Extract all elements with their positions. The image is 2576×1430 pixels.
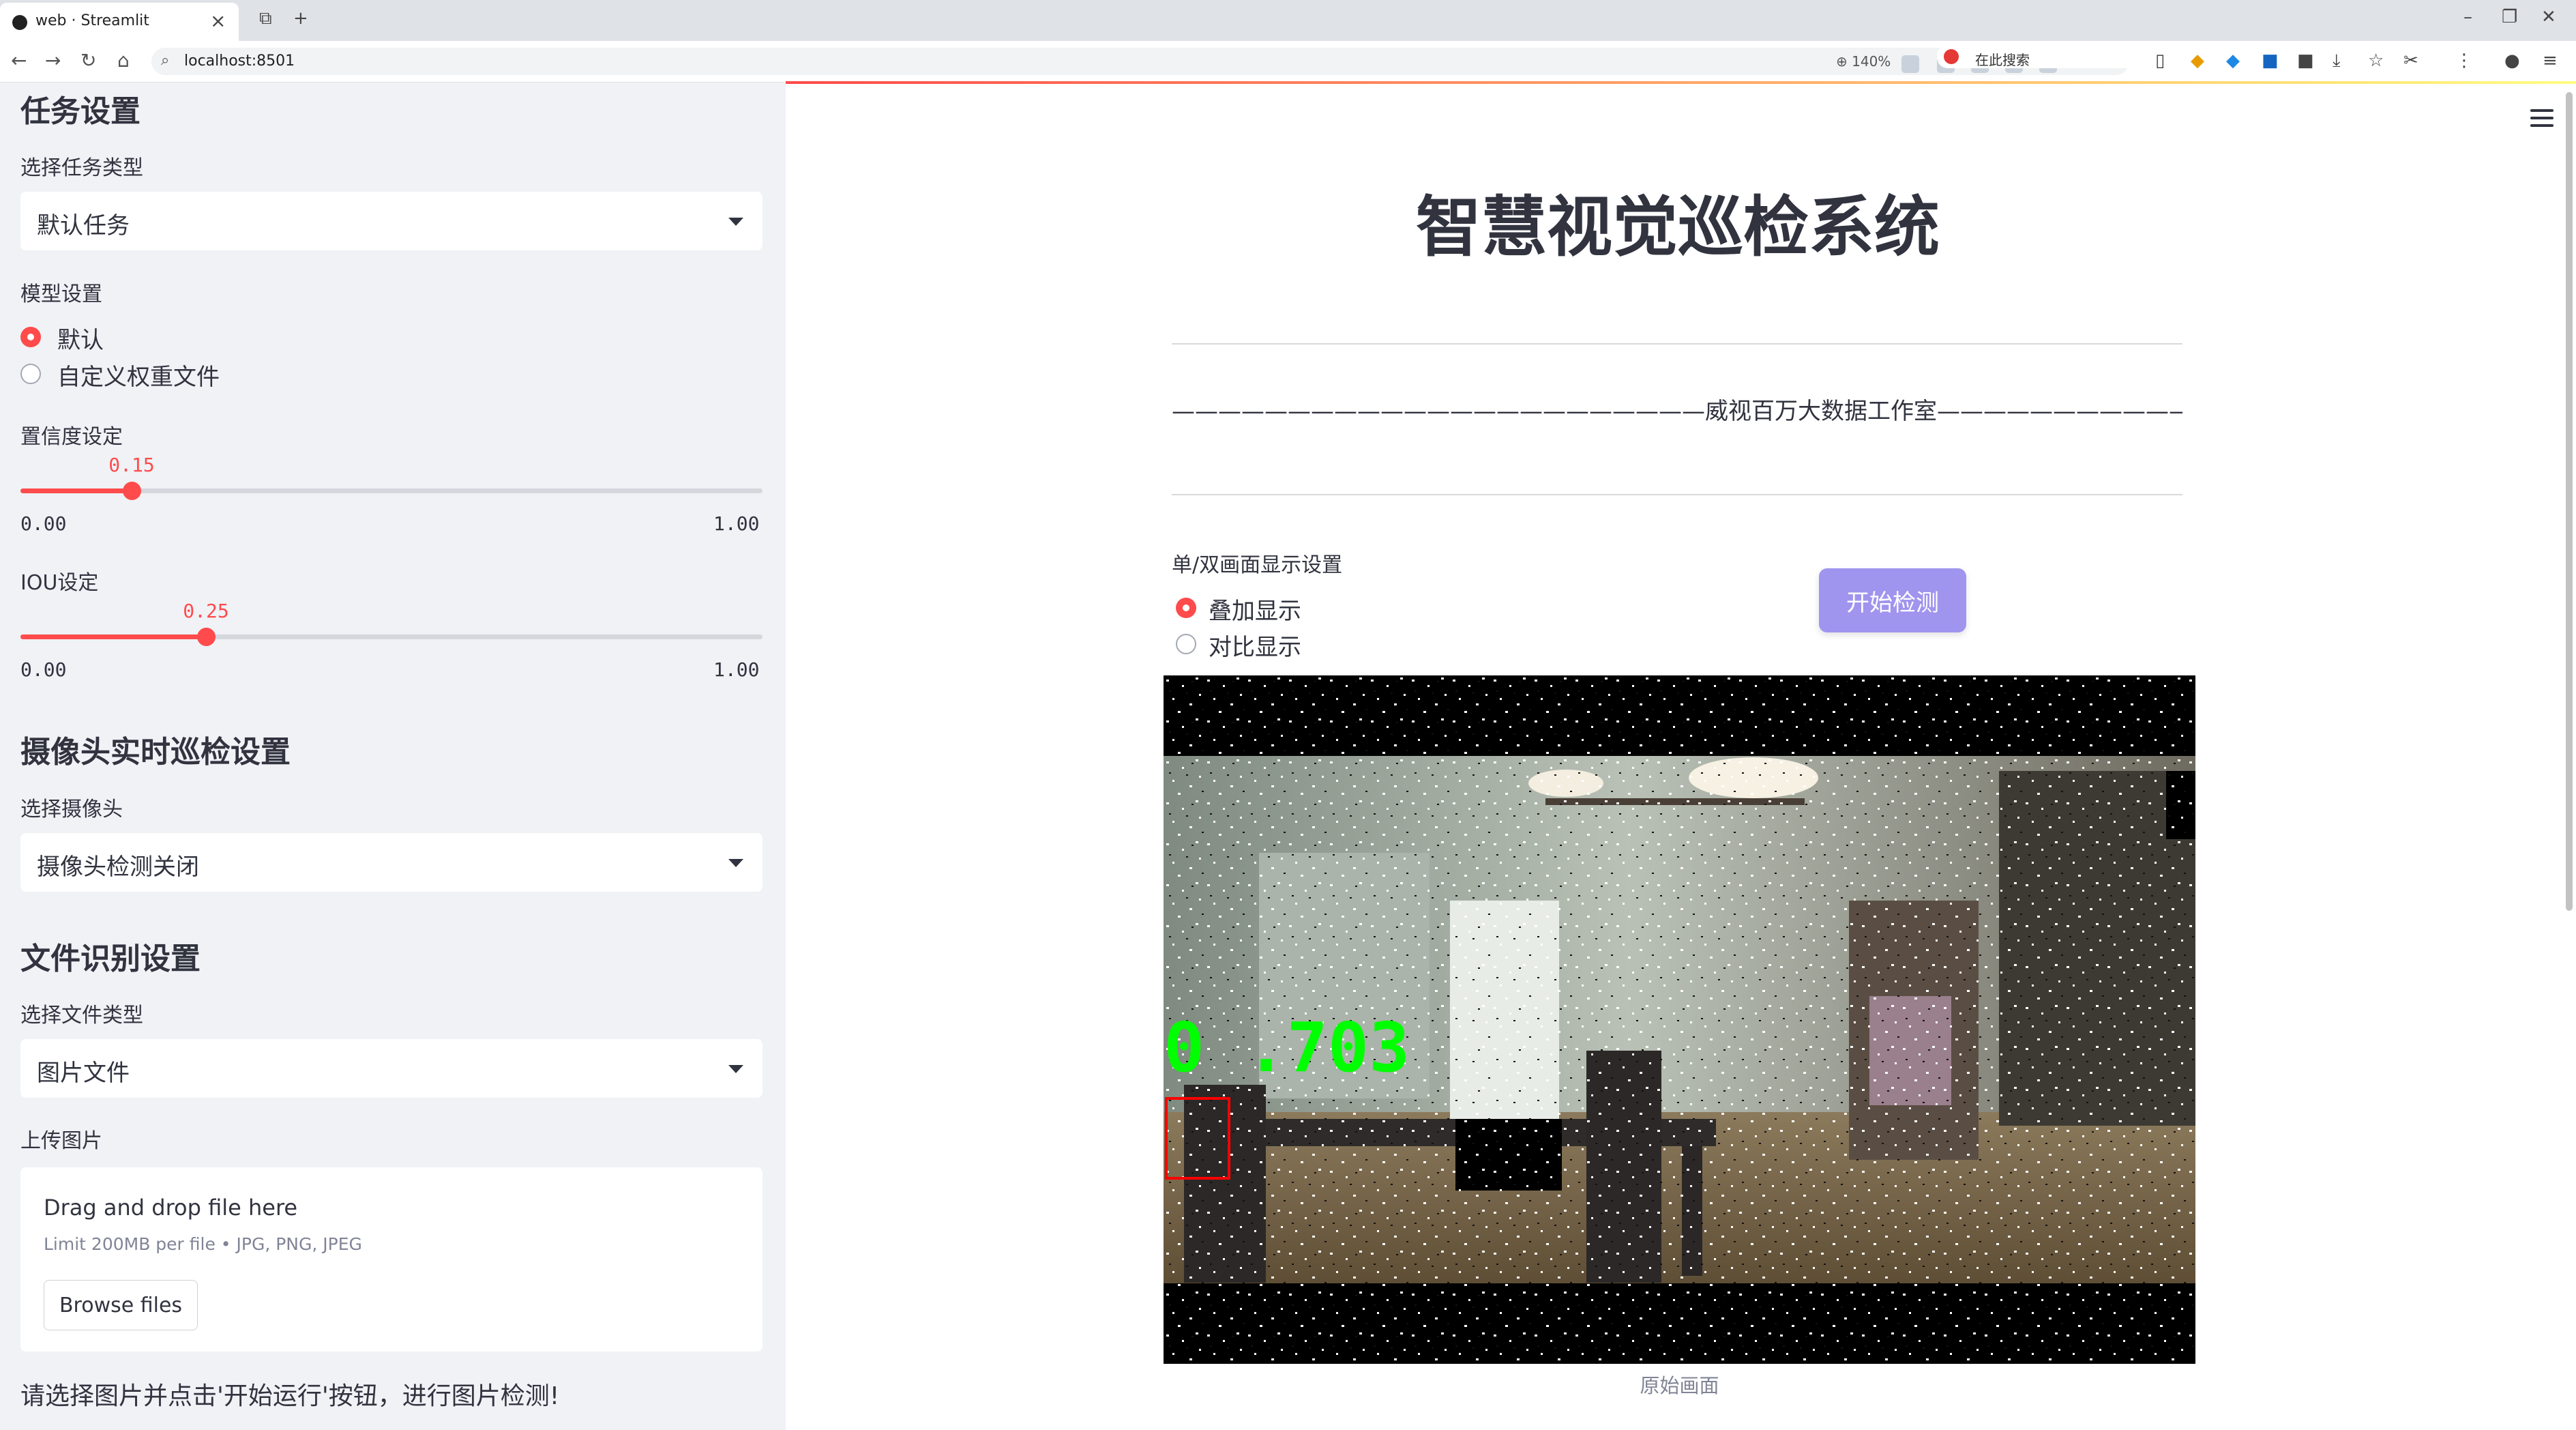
streamlit-favicon-icon: [12, 15, 27, 30]
hamburger-menu-icon[interactable]: [2530, 109, 2553, 127]
studio-banner: ———————————————————————威视百万大数据工作室———————…: [1172, 398, 2182, 425]
iou-min: 0.00: [20, 658, 67, 681]
new-tab-icon[interactable]: +: [293, 8, 308, 29]
file-type-select[interactable]: 图片文件: [20, 1039, 763, 1098]
confidence-value: 0.15: [108, 454, 155, 476]
radio-model-default[interactable]: [20, 327, 41, 347]
detection-label: 0 .703: [1164, 1008, 1410, 1088]
iou-slider-fill: [20, 634, 206, 639]
url-text: localhost:8501: [184, 53, 295, 70]
radio-model-default-label[interactable]: 默认: [57, 321, 104, 355]
chevron-down-icon: [728, 859, 743, 867]
detection-image: 0 .703: [1164, 675, 2195, 1364]
back-icon[interactable]: ←: [11, 49, 27, 72]
display-mode-label: 单/双画面显示设置: [1172, 553, 1343, 577]
minimize-icon[interactable]: –: [2463, 7, 2472, 27]
task-section-title: 任务设置: [20, 94, 140, 129]
tab-group-icon[interactable]: ⧉: [259, 8, 272, 29]
search-engine-icon: [1944, 49, 1959, 64]
iou-value: 0.25: [183, 600, 229, 622]
file-type-value: 图片文件: [37, 1060, 130, 1087]
radio-compare-label[interactable]: 对比显示: [1209, 628, 1301, 662]
divider-top: [1172, 343, 2182, 345]
zoom-level[interactable]: ⊕ 140%: [1836, 53, 1891, 70]
task-type-value: 默认任务: [37, 212, 130, 239]
forward-icon[interactable]: →: [45, 49, 61, 72]
close-window-icon[interactable]: ✕: [2541, 7, 2556, 27]
radio-model-custom-label[interactable]: 自定义权重文件: [57, 358, 220, 392]
file-type-label: 选择文件类型: [20, 1004, 143, 1027]
extension-icon[interactable]: ■: [2297, 50, 2314, 71]
home-icon[interactable]: ⌂: [117, 49, 130, 72]
browser-tab-bar: web · Streamlit × ⧉ + – ❐ ✕: [0, 0, 2576, 41]
divider-bottom: [1172, 494, 2182, 495]
page-title: 智慧视觉巡检系统: [1416, 189, 1940, 265]
chevron-down-icon: [728, 218, 743, 226]
menu-dots-icon[interactable]: ⋮: [2455, 50, 2473, 71]
iou-max: 1.00: [713, 658, 760, 681]
confidence-slider[interactable]: [20, 482, 763, 500]
confidence-label: 置信度设定: [20, 425, 123, 449]
address-bar[interactable]: ⌕ localhost:8501 ⊕ 140%: [151, 48, 2129, 75]
extension-icon[interactable]: ◆: [2191, 50, 2204, 71]
upload-title: Drag and drop file here: [44, 1195, 298, 1221]
image-caption: 原始画面: [1640, 1374, 1719, 1397]
mobile-icon[interactable]: ▯: [2155, 50, 2165, 71]
camera-label: 选择摄像头: [20, 798, 123, 821]
browser-tab[interactable]: web · Streamlit ×: [0, 3, 239, 41]
confidence-max: 1.00: [713, 512, 760, 535]
iou-slider-thumb[interactable]: [197, 628, 216, 646]
browser-menu-icon[interactable]: ≡: [2543, 50, 2558, 71]
radio-overlay-label[interactable]: 叠加显示: [1209, 592, 1301, 626]
camera-select[interactable]: 摄像头检测关闭: [20, 833, 763, 892]
upload-label: 上传图片: [20, 1129, 102, 1153]
extension-icon[interactable]: ■: [2262, 50, 2279, 71]
extension-icon[interactable]: ◆: [2226, 50, 2240, 71]
scissors-icon[interactable]: ✂: [2403, 50, 2418, 71]
radio-compare[interactable]: [1176, 634, 1196, 654]
confidence-slider-thumb[interactable]: [123, 482, 141, 500]
instruction-note: 请选择图片并点击'开始运行'按钮，进行图片检测!: [20, 1382, 560, 1410]
reload-icon[interactable]: ↻: [80, 49, 96, 72]
close-tab-icon[interactable]: ×: [210, 10, 226, 32]
iou-label: IOU设定: [20, 571, 99, 595]
search-box[interactable]: 在此搜索: [1937, 45, 2142, 68]
task-type-select[interactable]: 默认任务: [20, 192, 763, 250]
confidence-slider-fill: [20, 488, 132, 493]
confidence-min: 0.00: [20, 512, 67, 535]
translate-icon[interactable]: [1901, 55, 1919, 73]
header-decoration: [786, 81, 2576, 84]
iou-slider[interactable]: [20, 628, 763, 646]
restore-icon[interactable]: ❐: [2502, 7, 2517, 27]
sidebar: 任务设置 选择任务类型 默认任务 模型设置 默认 自定义权重文件 置信度设定 0…: [0, 83, 786, 1430]
search-placeholder: 在此搜索: [1975, 52, 2030, 68]
room-scene: 0 .703: [1164, 675, 2195, 1364]
radio-model-custom[interactable]: [20, 364, 41, 384]
scrollbar[interactable]: [2566, 92, 2573, 911]
file-section-title: 文件识别设置: [20, 942, 201, 976]
chevron-down-icon: [728, 1065, 743, 1073]
star-icon[interactable]: ☆: [2368, 50, 2384, 71]
camera-value: 摄像头检测关闭: [37, 853, 199, 881]
profile-avatar-icon[interactable]: ●: [2504, 50, 2520, 71]
browse-files-button[interactable]: Browse files: [44, 1280, 198, 1330]
tab-title: web · Streamlit: [35, 12, 149, 29]
task-type-label: 选择任务类型: [20, 156, 143, 180]
model-label: 模型设置: [20, 282, 102, 306]
browser-nav-bar: ← → ↻ ⌂ ⌕ localhost:8501 ⊕ 140% 在此搜索 ▯ ◆…: [0, 41, 2576, 83]
radio-overlay[interactable]: [1176, 598, 1196, 618]
upload-limit: Limit 200MB per file • JPG, PNG, JPEG: [44, 1234, 362, 1254]
download-icon[interactable]: ⤓: [2333, 50, 2341, 72]
camera-section-title: 摄像头实时巡检设置: [20, 735, 291, 770]
file-uploader-dropzone[interactable]: Drag and drop file here Limit 200MB per …: [20, 1167, 763, 1352]
search-icon: ⌕: [161, 52, 170, 69]
start-detection-button[interactable]: 开始检测: [1819, 568, 1966, 632]
